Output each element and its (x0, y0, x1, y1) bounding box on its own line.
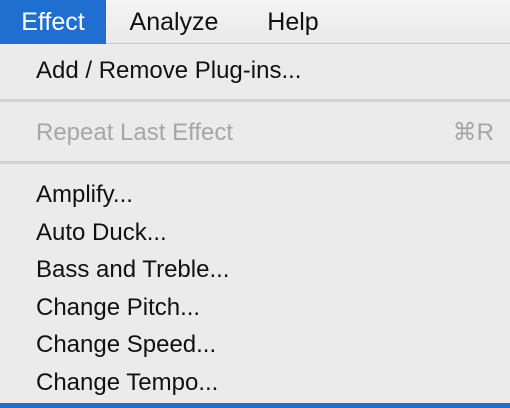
amplify-item[interactable]: Amplify... (0, 176, 510, 214)
repeat-last-effect-label: Repeat Last Effect (36, 119, 234, 146)
auto-duck-item[interactable]: Auto Duck... (0, 214, 510, 252)
bass-and-treble-item[interactable]: Bass and Treble... (0, 251, 510, 289)
effect-dropdown-menu: Add / Remove Plug-ins... Repeat Last Eff… (0, 44, 510, 408)
change-speed-item[interactable]: Change Speed... (0, 326, 510, 364)
change-pitch-item[interactable]: Change Pitch... (0, 289, 510, 327)
menu-separator (0, 161, 510, 164)
menu-bar: Effect Analyze Help (0, 0, 510, 44)
repeat-last-effect-shortcut: ⌘R (452, 119, 494, 146)
add-remove-plugins-item[interactable]: Add / Remove Plug-ins... (0, 52, 510, 90)
change-tempo-item[interactable]: Change Tempo... (0, 364, 510, 402)
menu-analyze[interactable]: Analyze (110, 0, 238, 44)
menu-separator (0, 99, 510, 102)
next-item-highlight[interactable] (0, 403, 510, 408)
menu-help[interactable]: Help (248, 0, 338, 44)
repeat-last-effect-item: Repeat Last Effect ⌘R (0, 114, 510, 152)
menu-effect[interactable]: Effect (0, 0, 106, 44)
